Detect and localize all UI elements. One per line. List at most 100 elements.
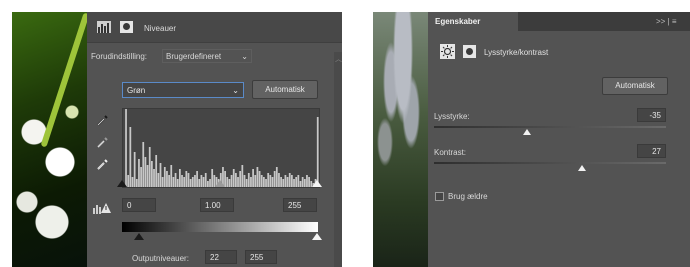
- input-black-field[interactable]: 0: [122, 198, 156, 212]
- histogram-bar: [151, 161, 153, 187]
- histogram-bar: [258, 171, 261, 187]
- histogram-bar: [161, 177, 164, 187]
- input-white-field[interactable]: 255: [283, 198, 317, 212]
- levels-header: Niveauer: [87, 12, 342, 42]
- legacy-checkbox[interactable]: [435, 192, 444, 201]
- black-input-slider[interactable]: [117, 180, 127, 187]
- clipping-warning-icon[interactable]: [93, 202, 111, 216]
- histogram-bar: [247, 173, 250, 187]
- histogram-bar: [148, 147, 151, 187]
- properties-panel: Egenskaber >> | ≡ Lysstyrke/kontrast Aut…: [428, 12, 690, 267]
- histogram-bar: [295, 177, 298, 187]
- histogram-bar: [284, 175, 287, 187]
- output-white-field[interactable]: 255: [245, 250, 277, 264]
- histogram-bar: [278, 173, 280, 187]
- histogram-bar: [185, 171, 188, 187]
- histogram-bar: [228, 179, 231, 187]
- properties-tab[interactable]: Egenskaber: [428, 12, 518, 31]
- brightness-track[interactable]: [434, 126, 666, 128]
- histogram-bar: [288, 173, 291, 187]
- gray-eyedropper-icon[interactable]: [96, 135, 110, 151]
- panel-title: Lysstyrke/kontrast: [484, 48, 549, 57]
- histogram-bar: [293, 179, 295, 187]
- histogram-bar: [196, 171, 198, 187]
- histogram-bar: [237, 177, 239, 187]
- histogram-bar: [125, 109, 127, 187]
- brightness-contrast-icon: [440, 44, 455, 59]
- histogram-bar: [200, 175, 203, 187]
- histogram-bar: [127, 175, 130, 187]
- gray-input-slider[interactable]: [215, 180, 225, 187]
- scroll-up-icon[interactable]: ︿: [335, 54, 342, 64]
- preset-value: Brugerdefineret: [166, 52, 222, 61]
- histogram-bar: [286, 177, 289, 187]
- histogram-bar: [232, 169, 235, 187]
- histogram-bar: [142, 142, 145, 187]
- lavender-photo-right: [373, 12, 428, 267]
- channel-dropdown[interactable]: Grøn ⌄: [122, 82, 244, 98]
- mask-icon: [120, 21, 133, 33]
- properties-tab-title: Egenskaber: [435, 17, 481, 26]
- white-eyedropper-icon[interactable]: [96, 157, 110, 173]
- histogram-bar: [187, 173, 190, 187]
- properties-tab-bar: Egenskaber >> | ≡: [428, 12, 690, 31]
- levels-title: Niveauer: [144, 24, 177, 33]
- histogram-bar: [267, 173, 270, 187]
- histogram-bar: [211, 169, 214, 187]
- histogram-bar: [172, 177, 175, 187]
- histogram-bar: [204, 173, 207, 187]
- histogram-bar: [316, 117, 319, 187]
- preset-row: Forudindstilling: Brugerdefineret ⌄: [87, 42, 342, 69]
- histogram-bar: [303, 179, 306, 187]
- histogram-bar: [252, 169, 254, 187]
- histogram-bar: [230, 175, 233, 187]
- histogram-bar: [129, 127, 132, 187]
- black-eyedropper-icon[interactable]: [96, 113, 110, 129]
- histogram-bar: [226, 177, 229, 187]
- histogram-bar: [273, 171, 276, 187]
- histogram-bar: [235, 173, 237, 187]
- panel-menu-icon[interactable]: >> | ≡: [656, 17, 677, 26]
- output-black-field[interactable]: 22: [205, 250, 237, 264]
- histogram-bar: [241, 165, 244, 187]
- histogram-bar: [243, 175, 246, 187]
- histogram-bar: [254, 175, 257, 187]
- histogram-bar: [282, 179, 285, 187]
- histogram-bar: [297, 175, 300, 187]
- output-white-slider[interactable]: [312, 233, 322, 240]
- histogram-bar: [140, 167, 142, 187]
- contrast-track[interactable]: [434, 162, 666, 164]
- histogram-bar: [166, 171, 168, 187]
- histogram-bar: [260, 175, 263, 187]
- mask-icon: [463, 45, 476, 58]
- auto-button[interactable]: Automatisk: [602, 77, 668, 95]
- histogram-bar: [275, 167, 278, 187]
- brightness-field[interactable]: -35: [637, 108, 666, 122]
- histogram-bar: [207, 181, 209, 187]
- brightness-slider-handle[interactable]: [523, 129, 531, 135]
- histogram-bar: [239, 171, 242, 187]
- histogram-bar: [146, 165, 149, 187]
- preset-dropdown[interactable]: Brugerdefineret ⌄: [162, 49, 252, 63]
- input-gray-field[interactable]: 1.00: [200, 198, 234, 212]
- chevron-down-icon: ⌄: [241, 52, 248, 61]
- histogram-bar: [263, 177, 265, 187]
- histogram-bar: [245, 179, 248, 187]
- histogram-bar: [135, 179, 138, 187]
- histogram-bar: [168, 175, 170, 187]
- histogram-bar: [306, 175, 308, 187]
- contrast-slider-handle[interactable]: [578, 165, 586, 171]
- histogram-bar: [133, 152, 136, 187]
- histogram-bar: [153, 169, 155, 187]
- contrast-field[interactable]: 27: [637, 144, 666, 158]
- levels-histogram-icon: [97, 21, 111, 33]
- histogram-bar: [299, 181, 302, 187]
- histogram-bar: [176, 179, 179, 187]
- output-black-slider[interactable]: [134, 233, 144, 240]
- histogram-bar: [256, 167, 259, 187]
- scrollbar[interactable]: ︿: [334, 52, 342, 267]
- histogram-bar: [157, 173, 160, 187]
- white-input-slider[interactable]: [312, 180, 322, 187]
- auto-button[interactable]: Automatisk: [252, 80, 318, 99]
- histogram-bar: [280, 177, 282, 187]
